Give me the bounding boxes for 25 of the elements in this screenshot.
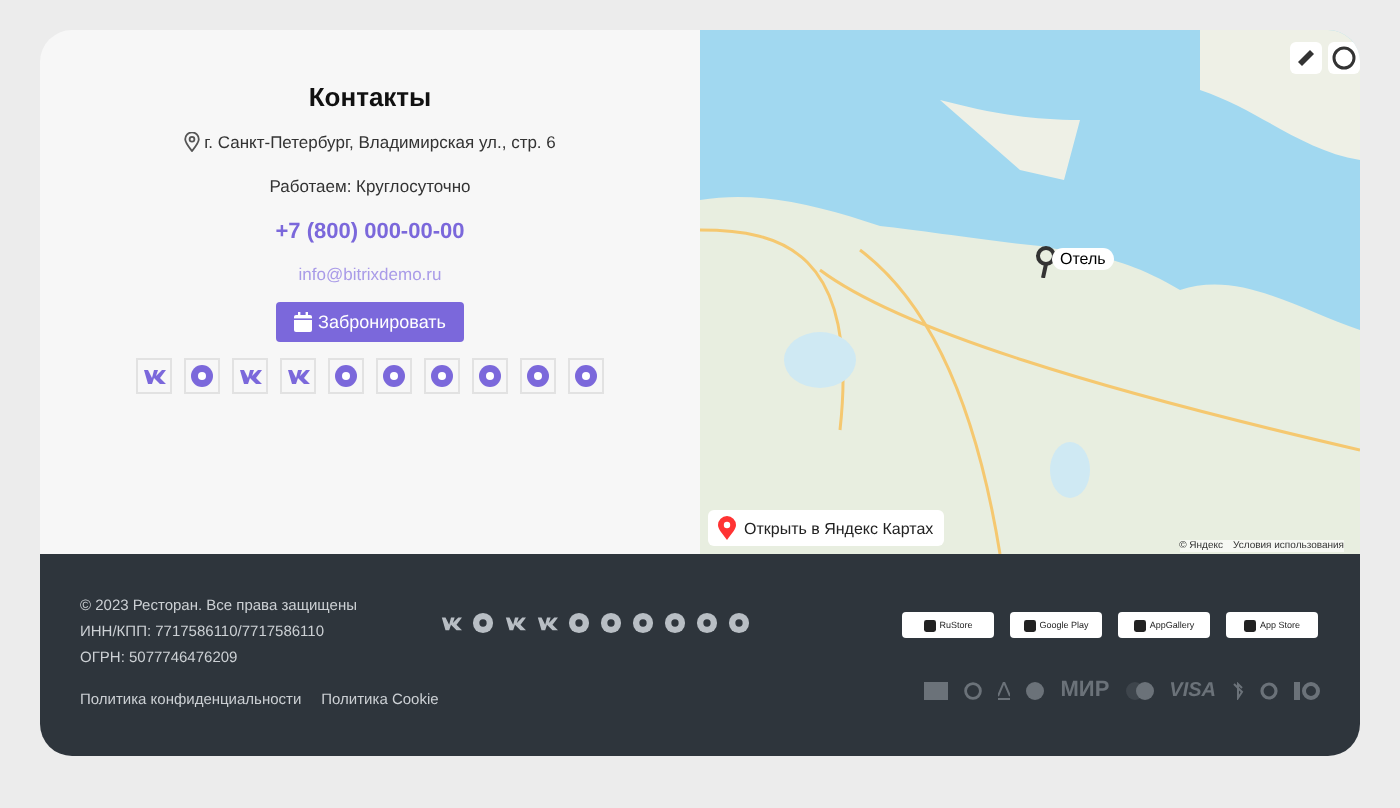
mir-logo: МИР (1060, 678, 1110, 702)
store-logo-icon (923, 619, 936, 631)
payment-logo-icon (964, 681, 983, 699)
card-icon (924, 681, 949, 699)
book-button[interactable]: Забронировать (276, 302, 464, 342)
address-text: г. Санкт-Петербург, Владимирская ул., стр. 6 (204, 132, 556, 152)
store-logo-icon (1023, 619, 1036, 631)
traffic-icon[interactable] (1328, 42, 1360, 74)
visa-logo: VISA (1169, 679, 1216, 701)
map-pin-icon (1036, 246, 1056, 278)
location-marker-icon (718, 516, 736, 540)
ruler-icon[interactable] (1290, 42, 1322, 74)
calendar-icon (294, 312, 313, 332)
location-pin-icon (184, 132, 201, 152)
letter-logo-icon (998, 681, 1011, 699)
store-logo-icon (1243, 619, 1256, 631)
payment-logo-icon (1294, 681, 1320, 699)
payment-logo-icon (1125, 681, 1154, 699)
payment-logo-icon (1026, 681, 1045, 699)
hours-text: Работаем: Круглосуточно (269, 176, 471, 196)
phone-link[interactable]: +7 (800) 000-00-00 (275, 220, 465, 244)
open-map-button[interactable]: Открыть в Яндекс Картах (708, 510, 944, 546)
contacts-title: Контакты (308, 82, 432, 112)
store-logo-icon (1133, 619, 1146, 631)
pin-label: Отель (1052, 248, 1114, 270)
